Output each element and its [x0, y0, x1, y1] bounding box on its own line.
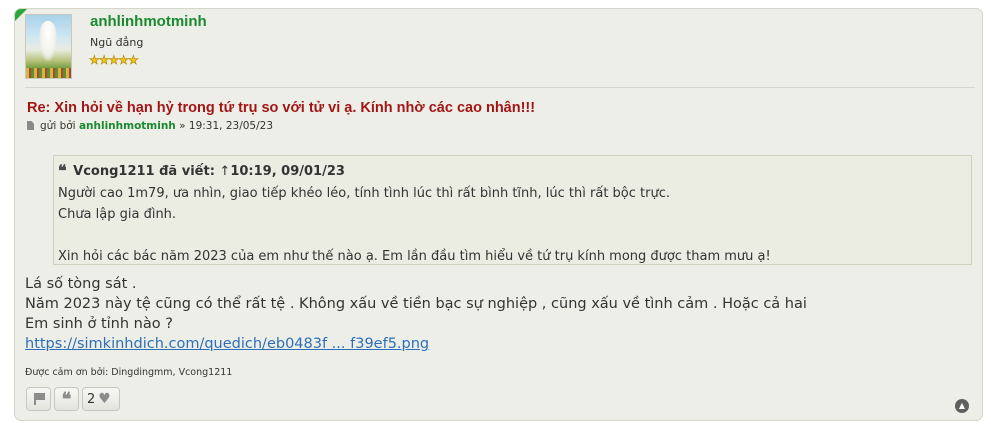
quote-line: Chưa lập gia đình.	[58, 207, 177, 222]
rank-stars-icon: ★★★★★	[89, 53, 139, 68]
flag-icon	[33, 393, 45, 405]
content-link-line: https://simkinhdich.com/quedich/eb0483f …	[25, 334, 807, 354]
quote-icon: ❝	[61, 389, 72, 410]
like-button[interactable]: 2 ♥	[82, 387, 120, 411]
post-container: anhlinhmotminh Ngũ đẳng ★★★★★ Re: Xin hỏ…	[14, 8, 983, 421]
arrow-up-circle-icon: ▲	[958, 401, 966, 410]
image-link[interactable]: https://simkinhdich.com/quedich/eb0483f …	[25, 336, 429, 352]
heart-icon: ♥	[98, 391, 111, 407]
quote-mark-icon: ❝	[58, 161, 67, 180]
thanks-list: Được cảm ơn bởi: Dingdingmm, Vcong1211	[25, 367, 233, 378]
quote-line: Người cao 1m79, ưa nhìn, giao tiếp khéo …	[58, 186, 670, 201]
post-file-icon[interactable]	[27, 121, 34, 130]
meta-timestamp: » 19:31, 23/05/23	[179, 120, 273, 132]
quote-author: Vcong1211	[73, 164, 155, 179]
author-rank: Ngũ đẳng	[90, 36, 144, 49]
profile-divider	[25, 87, 975, 88]
post-content: Lá số tòng sát . Năm 2023 này tệ cũng có…	[25, 274, 807, 354]
content-line: Em sinh ở tỉnh nào ?	[25, 316, 173, 332]
avatar-figure	[39, 21, 57, 61]
quote-block: ❝ Vcong1211 đã viết: ↑10:19, 09/01/23 Ng…	[53, 155, 972, 265]
report-button[interactable]	[26, 387, 51, 411]
quote-jump-arrow-icon[interactable]: ↑	[219, 164, 230, 179]
meta-prefix: gửi bởi	[40, 120, 76, 132]
post-meta: gửi bởi anhlinhmotminh » 19:31, 23/05/23	[27, 120, 273, 132]
post-title[interactable]: Re: Xin hỏi về hạn hỷ trong tứ trụ so vớ…	[27, 100, 535, 116]
quote-wrote: đã viết:	[159, 164, 215, 179]
quote-header: ❝ Vcong1211 đã viết: ↑10:19, 09/01/23	[58, 161, 971, 180]
content-line: Lá số tòng sát .	[25, 276, 137, 292]
quote-button[interactable]: ❝	[54, 387, 79, 411]
avatar-ground	[26, 68, 71, 78]
author-username[interactable]: anhlinhmotminh	[90, 13, 207, 30]
content-line: Năm 2023 này tệ cũng có thể rất tệ . Khô…	[25, 296, 807, 312]
quote-line	[58, 225, 971, 246]
meta-author-link[interactable]: anhlinhmotminh	[79, 120, 176, 132]
quote-line: Xin hỏi các bác năm 2023 của em như thế …	[58, 249, 771, 264]
avatar[interactable]	[25, 14, 72, 79]
back-to-top-button[interactable]: ▲	[955, 399, 969, 413]
quote-time: 10:19, 09/01/23	[230, 164, 345, 179]
like-count: 2	[87, 392, 96, 407]
post-actions: ❝ 2 ♥	[26, 387, 123, 413]
